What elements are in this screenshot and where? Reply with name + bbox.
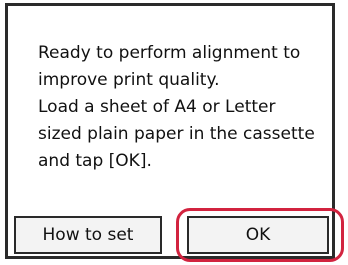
how-to-set-button[interactable]: How to set — [14, 216, 162, 254]
instruction-message: Ready to perform alignment to improve pr… — [38, 43, 315, 171]
ok-button[interactable]: OK — [187, 216, 329, 254]
